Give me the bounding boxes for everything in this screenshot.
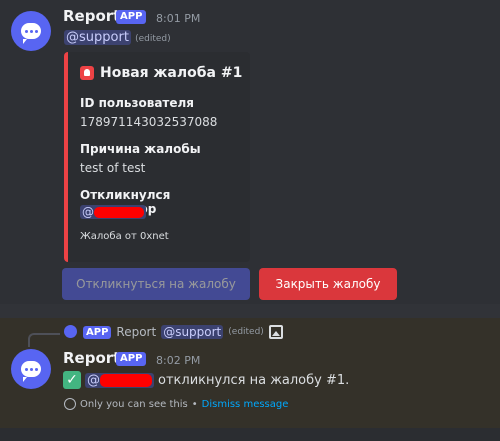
report-embed: Новая жалоба #1 ID пользователя 17897114… <box>64 52 250 262</box>
check-mark-icon: ✓ <box>63 371 81 389</box>
chat-bottom-area <box>0 428 500 441</box>
field-value-moderator: @ <box>80 205 146 219</box>
siren-icon <box>80 66 94 80</box>
dismiss-message-link[interactable]: Dismiss message <box>202 399 289 410</box>
redacted-mark <box>94 207 144 218</box>
eye-icon <box>64 398 76 410</box>
ephemeral-notice: Only you can see this • Dismiss message <box>64 398 288 410</box>
embed-title: Новая жалоба #1 <box>80 65 242 81</box>
reply-reference[interactable]: APP Report @support (edited) <box>83 325 283 339</box>
moderator-mention-2[interactable]: @ <box>85 372 154 388</box>
chat-bubble-icon <box>21 23 41 44</box>
edited-label: (edited) <box>135 34 171 44</box>
field-name-reason: Причина жалобы <box>80 142 201 156</box>
reply-username[interactable]: Report <box>116 325 156 339</box>
message-1-timestamp[interactable]: 8:01 PM <box>156 12 200 25</box>
only-you-can-see-text: Only you can see this <box>80 398 188 410</box>
chat-bubble-icon <box>21 361 41 382</box>
support-mention[interactable]: @support <box>64 30 131 45</box>
message-2-text: откликнулся на жалобу #1. <box>158 372 350 388</box>
message-1-username[interactable]: Report <box>63 7 120 25</box>
message-1-content: @support (edited) <box>64 30 171 45</box>
bot-avatar[interactable] <box>11 11 51 51</box>
embed-title-text: Новая жалоба #1 <box>100 65 243 81</box>
image-icon <box>268 325 283 339</box>
bot-avatar-2[interactable] <box>11 349 51 389</box>
app-badge: APP <box>116 10 147 24</box>
reply-app-badge: APP <box>83 325 112 339</box>
reply-connector <box>28 333 60 347</box>
message-2-timestamp[interactable]: 8:02 PM <box>156 354 200 367</box>
redacted-mark-2 <box>100 373 152 387</box>
separator-dot: • <box>191 398 198 410</box>
reply-edited-label: (edited) <box>228 327 264 337</box>
field-value-reason: test of test <box>80 161 146 175</box>
app-badge-2: APP <box>116 352 147 366</box>
reply-mention[interactable]: @support <box>161 325 224 339</box>
message-2-username[interactable]: Report <box>63 349 120 367</box>
moderator-mention[interactable]: @ <box>80 205 146 219</box>
embed-footer: Жалоба от 0xnet <box>80 231 169 242</box>
field-value-user-id: 178971143032537088 <box>80 115 218 129</box>
message-2-content: ✓ @ откликнулся на жалобу #1. <box>63 371 349 389</box>
respond-to-report-button[interactable]: Откликнуться на жалобу <box>62 268 250 300</box>
field-name-user-id: ID пользователя <box>80 96 195 110</box>
close-report-button[interactable]: Закрыть жалобу <box>259 268 397 300</box>
reply-avatar <box>64 325 77 338</box>
